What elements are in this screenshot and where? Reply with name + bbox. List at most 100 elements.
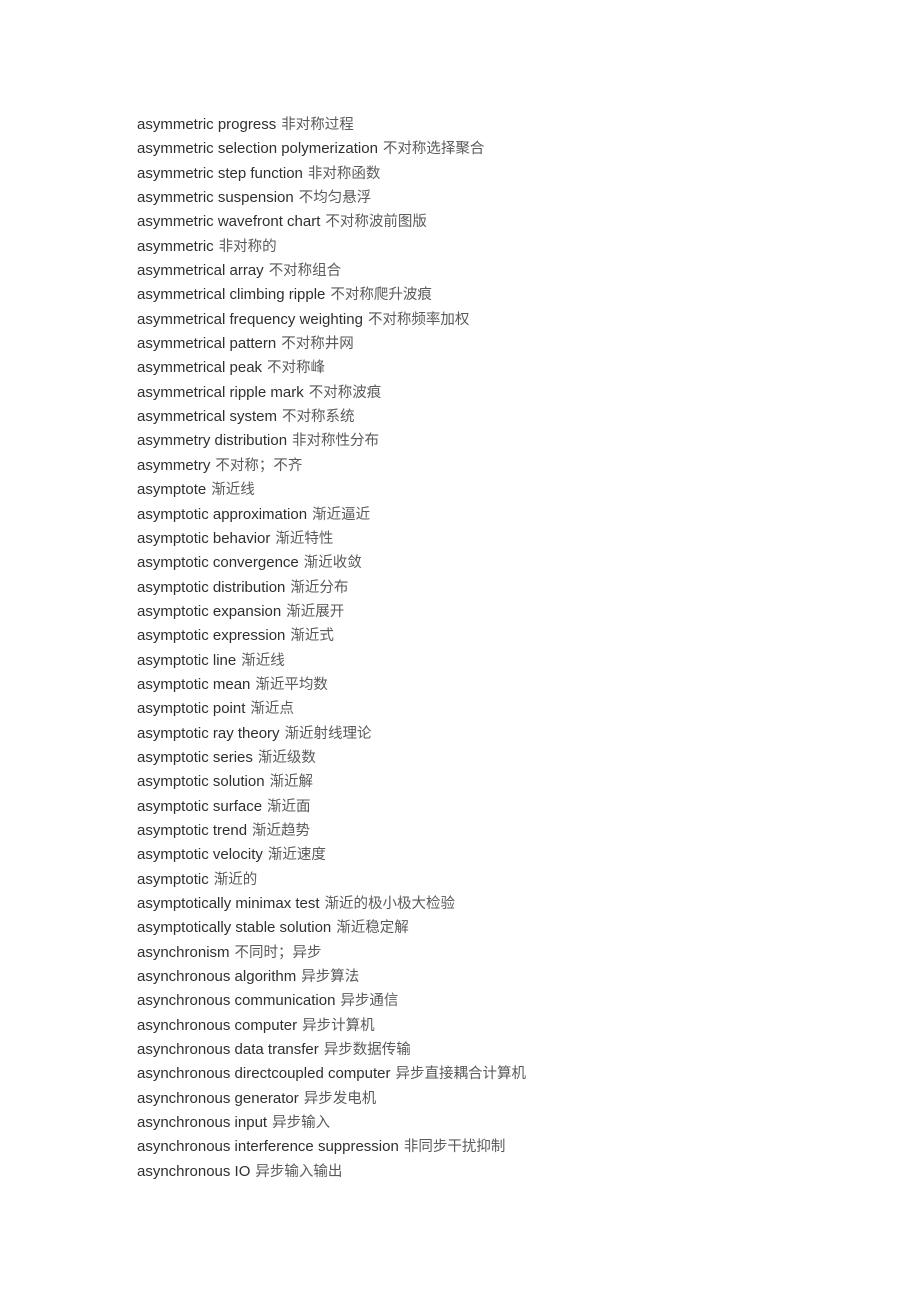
entry-term: asymmetric step function: [137, 164, 303, 182]
entry-term: asymmetrical array: [137, 262, 264, 280]
entry-definition: 异步发电机: [303, 1090, 377, 1107]
glossary-entry: asynchronous input 异步输入: [137, 1111, 920, 1135]
entry-term: asymmetric progress: [137, 116, 277, 133]
entry-term: asynchronous algorithm: [137, 968, 297, 986]
entry-definition: 异步通信: [340, 993, 399, 1010]
glossary-entry: asymmetrical climbing ripple 不对称爬升波痕: [137, 283, 920, 307]
entry-definition: 渐近射线理论: [284, 725, 372, 742]
glossary-entry: asymmetric step function 非对称函数: [137, 162, 920, 186]
entry-term: asymptotic velocity: [137, 846, 263, 864]
entry-definition: 不对称井网: [281, 336, 354, 353]
entry-definition: 不同时；异步: [234, 944, 322, 961]
entry-definition: 渐近平均数: [255, 676, 328, 693]
entry-definition: 异步计算机: [302, 1017, 375, 1034]
entry-term: asymptotic solution: [137, 773, 265, 791]
entry-term: asymptotic expression: [137, 627, 286, 645]
entry-definition: 不对称频率加权: [367, 311, 470, 328]
entry-term: asymmetrical peak: [137, 359, 263, 377]
glossary-entry: asymptotic behavior 渐近特性: [137, 527, 920, 551]
entry-term: asymptotic: [137, 870, 209, 888]
entry-term: asymptotic convergence: [137, 554, 299, 572]
glossary-entry: asymptotic line 渐近线: [137, 649, 920, 673]
entry-definition: 渐近式: [290, 628, 334, 645]
glossary-entry: asynchronous directcoupled computer 异步直接耦…: [137, 1062, 920, 1086]
entry-definition: 异步输入输出: [255, 1163, 343, 1180]
entry-term: asymmetrical climbing ripple: [137, 286, 326, 304]
glossary-entry: asynchronous computer 异步计算机: [137, 1014, 920, 1038]
glossary-entry: asymptotic mean 渐近平均数: [137, 673, 920, 697]
entry-term: asynchronous directcoupled computer: [137, 1065, 391, 1083]
glossary-entry: asynchronism 不同时；异步: [137, 941, 920, 965]
entry-term: asymptotic approximation: [137, 505, 308, 523]
entry-definition: 不对称爬升波痕: [330, 287, 432, 304]
glossary-entry: asymptotic expansion 渐近展开: [137, 600, 920, 624]
entry-term: asymmetrical system: [137, 408, 278, 426]
entry-term: asymptotic ray theory: [137, 724, 280, 742]
entry-definition: 渐近的: [213, 871, 258, 888]
entry-definition: 渐近分布: [290, 579, 349, 596]
glossary-entry: asymptotic series 渐近级数: [137, 746, 920, 770]
document-page: asymmetric progress 非对称过程 asymmetric selec…: [0, 0, 920, 1302]
glossary-entry: asymptotic surface 渐近面: [137, 795, 920, 819]
entry-term: asymmetric: [137, 237, 214, 255]
glossary-entry: asymptotic solution 渐近解: [137, 770, 920, 794]
entry-definition: 渐近线: [211, 482, 255, 499]
entry-definition: 不对称选择聚合: [382, 141, 485, 158]
entry-definition: 不对称波前图版: [325, 214, 427, 231]
glossary-entry: asymmetric progress 非对称过程: [137, 113, 920, 137]
glossary-entry: asymptotic velocity 渐近速度: [137, 843, 920, 867]
entry-definition: 不对称组合: [268, 263, 342, 280]
entry-definition: 渐近展开: [286, 603, 345, 620]
entry-term: asymptotic expansion: [137, 602, 282, 620]
entry-definition: 渐近趋势: [252, 822, 311, 839]
entry-definition: 异步算法: [301, 969, 360, 986]
entry-term: asynchronous data transfer: [137, 1041, 319, 1059]
glossary-entry: asynchronous communication 异步通信: [137, 989, 920, 1013]
entry-definition: 渐近点: [250, 701, 294, 718]
glossary-entry: asymptotic trend 渐近趋势: [137, 819, 920, 843]
entry-definition: 渐近的极小极大检验: [324, 896, 456, 912]
entry-definition: 不对称波痕: [308, 384, 382, 401]
entry-definition: 非对称过程: [281, 117, 354, 133]
entry-term: asymptotic point: [137, 700, 246, 718]
entry-term: asymptotic distribution: [137, 578, 286, 596]
glossary-entry: asymptote 渐近线: [137, 478, 920, 502]
entry-definition: 渐近收敛: [303, 555, 362, 572]
entry-definition: 渐近解: [269, 774, 314, 791]
entry-term: asymmetrical ripple mark: [137, 383, 304, 401]
entry-term: asymmetry: [137, 456, 211, 474]
entry-definition: 渐近面: [267, 798, 311, 815]
entry-term: asymptotic line: [137, 651, 237, 669]
entry-term: asymptotic mean: [137, 675, 251, 693]
glossary-entry: asymptotic convergence 渐近收敛: [137, 551, 920, 575]
glossary-entry: asymptotic point 渐近点: [137, 697, 920, 721]
entry-definition: 渐近级数: [257, 749, 316, 766]
glossary-entry: asymmetrical system 不对称系统: [137, 405, 920, 429]
entry-definition: 不对称系统: [282, 409, 355, 426]
entry-term: asymptotically stable solution: [137, 919, 332, 937]
glossary-entry: asymptotically stable solution 渐近稳定解: [137, 916, 920, 940]
entry-term: asymmetric suspension: [137, 189, 294, 207]
entry-term: asymptotic trend: [137, 821, 248, 839]
entry-term: asymmetric wavefront chart: [137, 213, 321, 231]
entry-term: asynchronous communication: [137, 992, 336, 1010]
entry-definition: 渐近稳定解: [336, 920, 409, 937]
glossary-list: asymmetric progress 非对称过程 asymmetric selec…: [137, 113, 920, 1184]
glossary-entry: asymmetric suspension 不均匀悬浮: [137, 186, 920, 210]
entry-term: asymmetrical pattern: [137, 335, 277, 353]
glossary-entry: asymmetrical array 不对称组合: [137, 259, 920, 283]
glossary-entry: asymptotic distribution 渐近分布: [137, 576, 920, 600]
glossary-entry: asymmetrical ripple mark 不对称波痕: [137, 381, 920, 405]
entry-term: asynchronous input: [137, 1114, 268, 1132]
glossary-entry: asymptotic expression 渐近式: [137, 624, 920, 648]
glossary-entry: asymptotic 渐近的: [137, 868, 920, 892]
entry-term: asymmetrical frequency weighting: [137, 310, 363, 328]
entry-term: asymptote: [137, 481, 207, 499]
entry-term: asymptotic surface: [137, 797, 263, 815]
entry-definition: 渐近逼近: [312, 506, 371, 523]
entry-term: asynchronous interference suppression: [137, 1138, 399, 1156]
glossary-entry: asymmetry 不对称；不齐: [137, 454, 920, 478]
glossary-entry: asynchronous IO 异步输入输出: [137, 1160, 920, 1184]
glossary-entry: asymmetric selection polymerization 不对称选择…: [137, 137, 920, 161]
entry-term: asynchronous computer: [137, 1016, 298, 1034]
